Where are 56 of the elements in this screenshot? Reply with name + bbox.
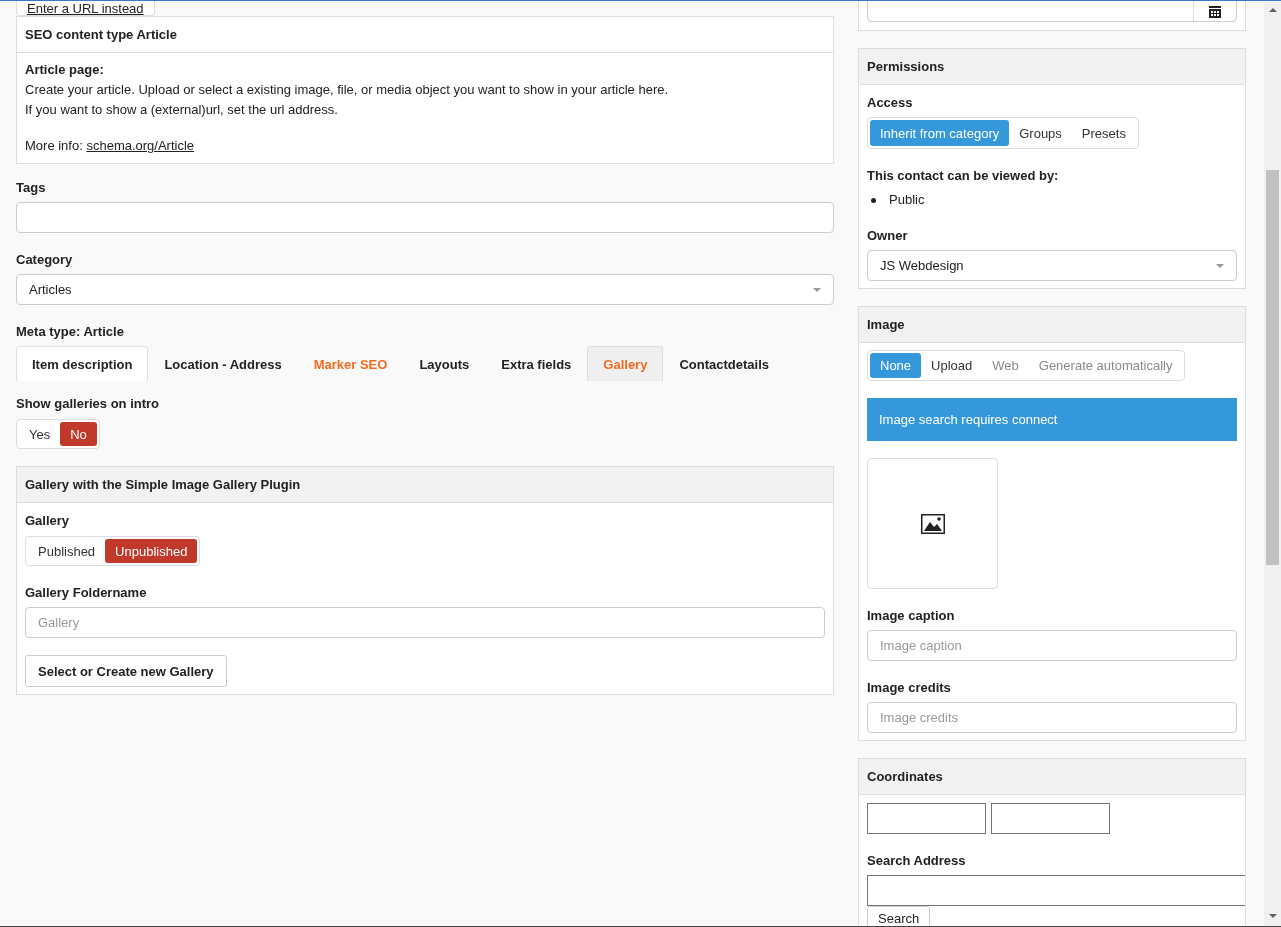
image-source-option[interactable]: Upload [921,353,983,378]
toggle-option[interactable]: Yes [19,422,61,446]
address-input[interactable] [867,875,1245,906]
toggle-option[interactable]: Unpublished [105,539,198,563]
category-select[interactable]: Articles [16,274,834,305]
foldername-input[interactable]: Gallery [25,607,825,638]
scroll-down-icon[interactable] [1268,914,1277,918]
description-text: Create your article. Upload or select a existing image, file, or media object you want to show in your article here. [25,81,670,99]
caption-input[interactable]: Image caption [867,630,1237,661]
card-header: Gallery with the Simple Image Gallery Plugin [17,467,833,503]
tags-input[interactable] [16,202,834,233]
field-label: Owner [867,227,909,245]
field-label: This contact can be viewed by: [867,167,1060,185]
access-option[interactable]: Presets [1071,120,1136,146]
tab[interactable]: Layouts [403,346,486,381]
search-button[interactable]: Search [867,906,931,926]
owner-select[interactable]: JS Webdesign [867,250,1237,281]
credits-input[interactable]: Image credits [867,702,1237,733]
url-button[interactable]: Enter a URL instead [16,1,155,16]
field-label: Image credits [867,679,952,697]
card-header: Permissions [859,49,1245,85]
scroll-up-icon[interactable] [1268,8,1277,12]
card-header: Image [859,307,1245,343]
description-text: If you want to show a (external)url, set the url address. [25,101,339,119]
tab[interactable]: Location - Address [148,346,298,381]
tab[interactable]: Contactdetails [663,346,785,381]
field-label: Search Address [867,852,967,870]
bullet-icon [871,197,876,203]
field-label: Image caption [867,607,956,625]
schema-link[interactable]: schema.org/Article [86,138,195,153]
caret-icon [1216,263,1224,268]
toggle-option[interactable]: Published [28,539,106,563]
more-info-text: More info: schema.org/Article [25,137,196,155]
create-gallery-button[interactable]: Select or Create new Gallery [25,655,227,687]
article-heading: Article page: [25,61,105,79]
field-label: Category [16,251,74,269]
image-icon [920,513,945,534]
toggle-option[interactable]: No [60,422,97,446]
field-label: Meta type: Article [16,323,125,341]
field-label: Gallery Foldername [25,584,148,602]
caret-icon [813,287,821,292]
field-label: Show galleries on intro [16,395,161,413]
field-label: Access [867,94,914,112]
card-header: Coordinates [859,759,1245,795]
scrollbar-thumb[interactable] [1266,170,1279,565]
coordinate-input[interactable] [991,803,1110,834]
field-label: Gallery [25,512,71,530]
tab[interactable]: Extra fields [485,346,588,381]
coordinate-input[interactable] [867,803,986,834]
field-label: Tags [16,179,47,197]
tab[interactable]: Item description [16,346,149,381]
access-option[interactable]: Groups [1009,120,1072,146]
calendar-icon [1209,5,1221,18]
viewer-group: Public [889,190,925,210]
notice-banner: Image search requires connect [867,398,1237,441]
scrollbar[interactable] [1264,1,1281,926]
